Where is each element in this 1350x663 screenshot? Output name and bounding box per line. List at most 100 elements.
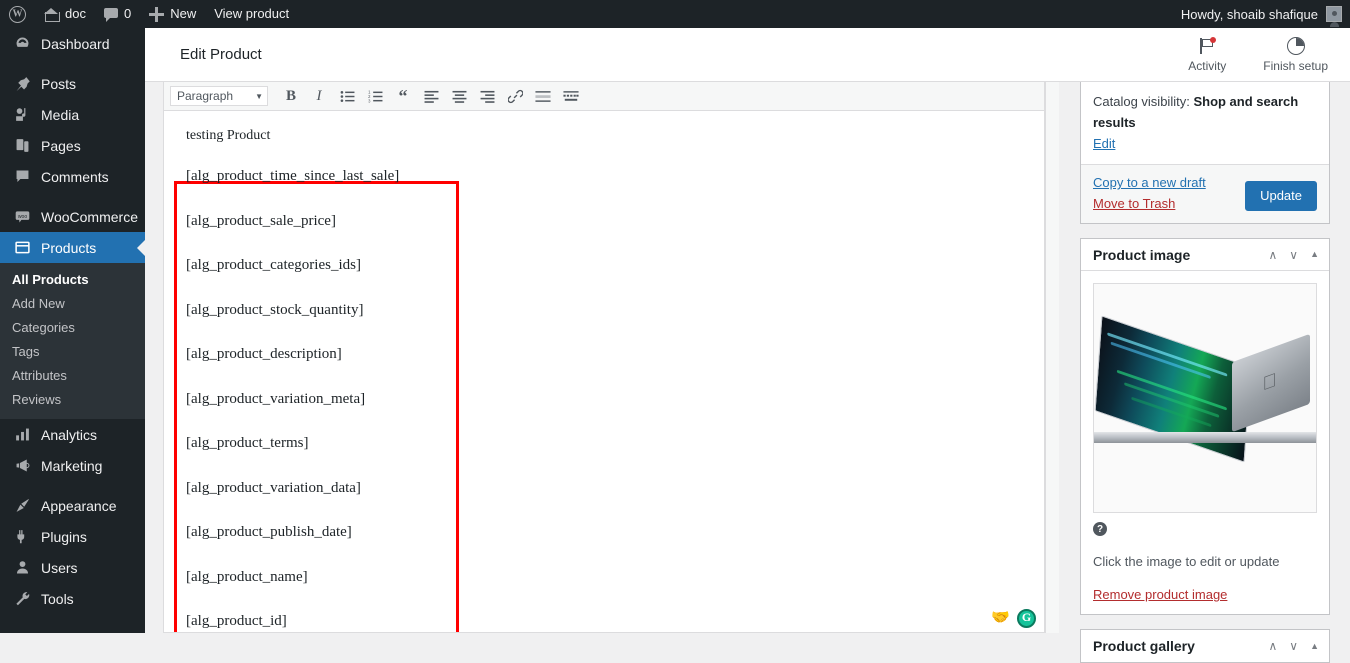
admin-sidebar: Dashboard Posts Media Pages Comments woo… <box>0 28 145 633</box>
plugins-icon <box>12 527 32 547</box>
site-name-menu[interactable]: doc <box>35 0 95 28</box>
shortcode-line: [alg_product_variation_meta] <box>186 390 366 407</box>
comment-bubble-icon <box>103 7 118 22</box>
comments-count: 0 <box>123 6 132 21</box>
analytics-icon <box>12 425 32 445</box>
product-image-thumbnail[interactable]:  <box>1093 283 1317 514</box>
users-icon <box>12 558 32 578</box>
home-icon <box>44 7 60 22</box>
sidebar-item-label: Products <box>41 239 97 256</box>
update-button[interactable]: Update <box>1245 181 1317 212</box>
avatar <box>1326 6 1342 27</box>
sidebar-item-label: Plugins <box>41 528 87 545</box>
align-center-button[interactable] <box>446 85 472 107</box>
product-gallery-panel-header[interactable]: Product gallery ∧ ∨ ▲ <box>1081 630 1329 662</box>
sidebar-item-marketing[interactable]: Marketing <box>0 450 145 481</box>
product-image-panel-header[interactable]: Product image ∧ ∨ ▲ <box>1081 239 1329 272</box>
panel-toggle-group: ∧ ∨ ▲ <box>1268 640 1319 652</box>
sidebar-item-label: Dashboard <box>41 35 110 52</box>
laptop-closed-lid:  <box>1232 334 1310 433</box>
grammarly-icon[interactable]: G <box>1017 608 1036 628</box>
edit-visibility-link[interactable]: Edit <box>1093 136 1115 151</box>
blockquote-button[interactable]: “ <box>390 85 416 107</box>
insert-link-button[interactable] <box>502 85 528 107</box>
shortcode-line: [alg_product_description] <box>186 346 342 363</box>
new-label: New <box>170 6 197 21</box>
help-question-icon[interactable]: ? <box>1093 522 1107 537</box>
page-header: Edit Product Activity Finish setup <box>145 28 1350 82</box>
howdy-label: Howdy, shoaib shafique <box>1180 6 1318 22</box>
header-actions: Activity Finish setup <box>1179 36 1350 73</box>
finish-setup-button[interactable]: Finish setup <box>1263 36 1328 73</box>
products-submenu: All Products Add New Categories Tags Att… <box>0 263 145 419</box>
comments-icon <box>12 167 32 187</box>
sidebar-item-tools[interactable]: Tools <box>0 583 145 614</box>
read-more-button[interactable] <box>530 85 556 107</box>
sidebar-item-appearance[interactable]: Appearance <box>0 490 145 521</box>
sidebar-item-media[interactable]: Media <box>0 99 145 130</box>
laptop-base <box>1094 432 1316 444</box>
menu-separator <box>0 192 145 201</box>
numbered-list-button[interactable]: 123 <box>362 85 388 107</box>
collapse-toggle-icon[interactable]: ▲ <box>1310 250 1319 259</box>
view-product-link[interactable]: View product <box>205 0 298 28</box>
move-up-icon[interactable]: ∧ <box>1268 249 1277 261</box>
shortcode-line: [alg_product_time_since_last_sale] <box>186 168 400 185</box>
sidebar-item-posts[interactable]: Posts <box>0 68 145 99</box>
sidebar-item-woocommerce[interactable]: woo WooCommerce <box>0 201 145 232</box>
sidebar-item-label: Posts <box>41 75 77 92</box>
shortcode-line: [alg_product_publish_date] <box>186 524 352 541</box>
submenu-item-reviews[interactable]: Reviews <box>0 388 145 412</box>
activity-button[interactable]: Activity <box>1179 36 1235 73</box>
move-up-icon[interactable]: ∧ <box>1268 640 1277 652</box>
sidebar-item-products[interactable]: Products <box>0 232 145 263</box>
publish-actions: Copy to a new draft Move to Trash Update <box>1081 165 1329 224</box>
svg-text:3: 3 <box>368 98 371 103</box>
svg-text:woo: woo <box>17 214 27 220</box>
macbook-illustration:  <box>1094 315 1316 464</box>
submenu-item-categories[interactable]: Categories <box>0 316 145 340</box>
shortcode-line: [alg_product_stock_quantity] <box>186 301 364 318</box>
sidebar-item-users[interactable]: Users <box>0 552 145 583</box>
move-down-icon[interactable]: ∨ <box>1289 249 1298 261</box>
submenu-item-attributes[interactable]: Attributes <box>0 364 145 388</box>
collapse-toggle-icon[interactable]: ▲ <box>1310 641 1319 651</box>
wordpress-logo-menu[interactable] <box>0 0 35 28</box>
move-down-icon[interactable]: ∨ <box>1289 640 1298 652</box>
apple-logo-icon:  <box>1263 369 1280 395</box>
bulleted-list-button[interactable] <box>334 85 360 107</box>
account-menu[interactable]: Howdy, shoaib shafique <box>1180 6 1350 27</box>
italic-button[interactable]: I <box>306 85 332 107</box>
shortcode-line: [alg_product_terms] <box>186 435 309 452</box>
copy-to-new-draft-link[interactable]: Copy to a new draft <box>1093 175 1206 190</box>
new-content-menu[interactable]: New <box>140 0 205 28</box>
post-content-editor: Paragraph ▼ B I 123 “ testing Product [a… <box>163 82 1045 633</box>
media-icon <box>12 105 32 125</box>
sidebar-item-analytics[interactable]: Analytics <box>0 419 145 450</box>
submenu-item-tags[interactable]: Tags <box>0 340 145 364</box>
bold-button[interactable]: B <box>278 85 304 107</box>
format-select[interactable]: Paragraph ▼ <box>170 86 268 106</box>
remove-product-image-link[interactable]: Remove product image <box>1093 587 1227 602</box>
sidebar-item-comments[interactable]: Comments <box>0 161 145 192</box>
align-left-button[interactable] <box>418 85 444 107</box>
editor-scrollbar[interactable] <box>1045 82 1059 633</box>
comments-bubble-menu[interactable]: 0 <box>95 0 140 28</box>
submenu-item-add-new[interactable]: Add New <box>0 292 145 316</box>
sidebar-item-plugins[interactable]: Plugins <box>0 521 145 552</box>
align-right-button[interactable] <box>474 85 500 107</box>
sidebar-item-pages[interactable]: Pages <box>0 130 145 161</box>
handshake-icon[interactable]: 🤝 <box>991 609 1010 629</box>
view-product-label: View product <box>214 6 290 21</box>
submenu-item-all-products[interactable]: All Products <box>0 268 145 292</box>
panel-title: Product image <box>1093 246 1191 263</box>
chevron-down-icon: ▼ <box>255 91 263 101</box>
editor-content-area[interactable]: testing Product [alg_product_time_since_… <box>164 111 1044 632</box>
panel-title: Product gallery <box>1093 638 1195 655</box>
move-to-trash-link[interactable]: Move to Trash <box>1093 196 1206 211</box>
sidebar-item-dashboard[interactable]: Dashboard <box>0 28 145 59</box>
right-sidebar: Catalog visibility: Shop and search resu… <box>1080 82 1330 663</box>
admin-bar: doc 0 New View product Howdy, shoaib sha… <box>0 0 1350 28</box>
toolbar-toggle-button[interactable] <box>558 85 584 107</box>
editor-corner-icons: 🤝 G <box>991 608 1036 629</box>
